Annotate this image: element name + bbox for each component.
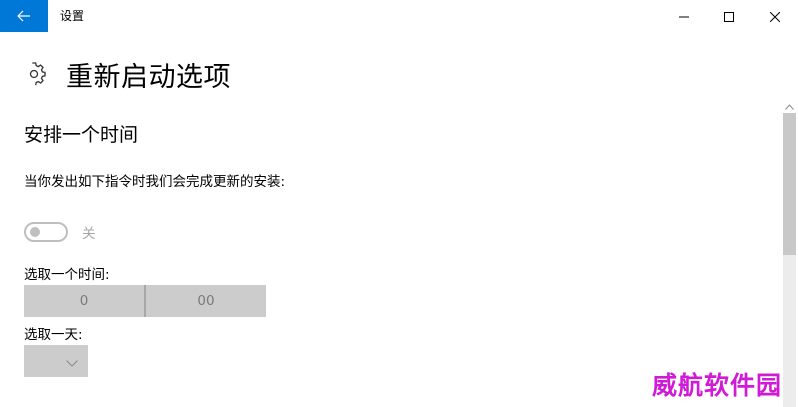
- vertical-scrollbar[interactable]: [781, 96, 798, 407]
- day-picker-label: 选取一天:: [24, 327, 83, 343]
- close-icon: [769, 7, 781, 26]
- scroll-up-button[interactable]: [781, 96, 798, 113]
- page-header: 重新启动选项: [22, 54, 231, 94]
- section-description: 当你发出如下指令时我们会完成更新的安装:: [24, 174, 286, 190]
- scrollbar-track[interactable]: [783, 255, 796, 407]
- back-arrow-icon: [17, 7, 31, 26]
- minimize-button[interactable]: [661, 0, 707, 32]
- close-button[interactable]: [752, 0, 798, 32]
- time-picker-label: 选取一个时间:: [24, 267, 110, 283]
- minimize-icon: [679, 7, 689, 26]
- scrollbar-thumb[interactable]: [783, 113, 796, 255]
- title-bar: 设置: [0, 0, 798, 32]
- day-dropdown[interactable]: [24, 345, 88, 377]
- section-heading: 安排一个时间: [24, 124, 139, 146]
- maximize-icon: [724, 7, 734, 26]
- schedule-toggle[interactable]: [24, 222, 68, 242]
- back-button[interactable]: [0, 0, 48, 32]
- schedule-toggle-row: 关: [24, 221, 96, 243]
- toggle-state-label: 关: [82, 226, 96, 242]
- chevron-down-icon: [66, 352, 78, 371]
- time-picker[interactable]: 0 00: [24, 285, 266, 317]
- chevron-up-icon: [785, 95, 794, 114]
- hour-field[interactable]: 0: [24, 285, 144, 317]
- gear-icon: [22, 62, 46, 86]
- minute-field[interactable]: 00: [146, 285, 266, 317]
- window-title: 设置: [60, 9, 85, 23]
- maximize-button[interactable]: [706, 0, 752, 32]
- watermark-text: 威航软件园: [652, 371, 783, 400]
- page-title: 重新启动选项: [66, 61, 231, 93]
- toggle-knob: [30, 227, 40, 237]
